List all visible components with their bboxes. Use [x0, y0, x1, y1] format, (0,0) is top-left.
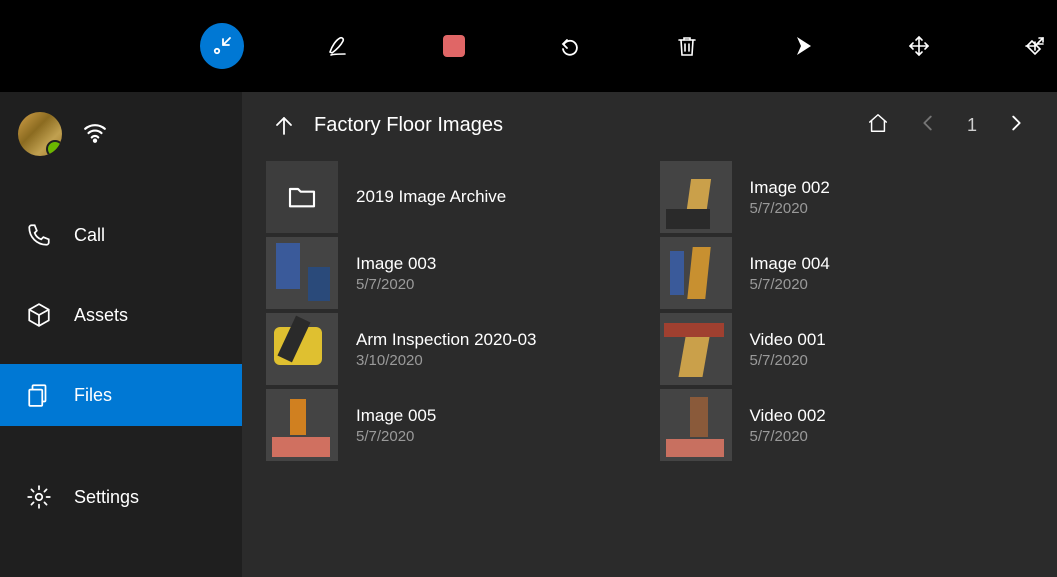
page-title: Factory Floor Images [314, 114, 867, 137]
file-item[interactable]: Video 001 5/7/2020 [660, 311, 1034, 387]
file-name: Video 001 [750, 330, 826, 350]
file-item[interactable]: Image 003 5/7/2020 [266, 235, 640, 311]
sidebar: Call Assets Files Settings [0, 92, 242, 577]
sidebar-item-label: Call [74, 225, 105, 246]
avatar[interactable] [18, 112, 62, 156]
thumbnail [660, 237, 732, 309]
pin-button[interactable] [1013, 23, 1057, 69]
arrows-in-button[interactable] [200, 23, 244, 69]
sidebar-item-assets[interactable]: Assets [0, 284, 242, 346]
stop-icon [443, 35, 465, 57]
file-date: 5/7/2020 [750, 200, 830, 217]
top-toolbar [0, 0, 1057, 92]
file-item[interactable]: Image 005 5/7/2020 [266, 387, 640, 463]
sidebar-item-settings[interactable]: Settings [0, 466, 242, 528]
file-date: 5/7/2020 [356, 276, 436, 293]
file-name: Arm Inspection 2020-03 [356, 330, 537, 350]
thumbnail [660, 313, 732, 385]
page-next-button[interactable] [1005, 112, 1027, 139]
sidebar-item-label: Assets [74, 305, 128, 326]
thumbnail [660, 161, 732, 233]
file-item[interactable]: Image 002 5/7/2020 [660, 159, 1034, 235]
thumbnail [660, 389, 732, 461]
file-name: Image 005 [356, 406, 436, 426]
file-date: 5/7/2020 [356, 428, 436, 445]
folder-item[interactable]: 2019 Image Archive [266, 159, 640, 235]
undo-button[interactable] [548, 23, 592, 69]
sidebar-item-call[interactable]: Call [0, 204, 242, 266]
file-item[interactable]: Image 004 5/7/2020 [660, 235, 1034, 311]
thumbnail [266, 237, 338, 309]
move-arrows-button[interactable] [897, 23, 941, 69]
file-name: 2019 Image Archive [356, 187, 506, 207]
trash-button[interactable] [665, 23, 709, 69]
file-name: Image 003 [356, 254, 436, 274]
file-name: Image 002 [750, 178, 830, 198]
file-name: Image 004 [750, 254, 830, 274]
folder-icon [266, 161, 338, 233]
thumbnail [266, 389, 338, 461]
file-date: 5/7/2020 [750, 276, 830, 293]
file-date: 5/7/2020 [750, 352, 826, 369]
sidebar-item-label: Files [74, 385, 112, 406]
ink-pen-button[interactable] [316, 23, 360, 69]
sidebar-item-label: Settings [74, 487, 139, 508]
thumbnail [266, 313, 338, 385]
stop-record-button[interactable] [432, 23, 476, 69]
main-panel: Factory Floor Images 1 [242, 92, 1057, 577]
page-number: 1 [967, 115, 977, 136]
page-prev-button[interactable] [917, 112, 939, 139]
back-up-button[interactable] [272, 114, 296, 138]
sidebar-item-files[interactable]: Files [0, 364, 242, 426]
file-grid: 2019 Image Archive Image 003 5/7/2020 Ar… [242, 159, 1057, 463]
play-send-button[interactable] [781, 23, 825, 69]
home-button[interactable] [867, 112, 889, 139]
file-item[interactable]: Video 002 5/7/2020 [660, 387, 1034, 463]
file-item[interactable]: Arm Inspection 2020-03 3/10/2020 [266, 311, 640, 387]
file-name: Video 002 [750, 406, 826, 426]
wifi-icon [82, 119, 108, 150]
file-date: 3/10/2020 [356, 352, 537, 369]
file-date: 5/7/2020 [750, 428, 826, 445]
